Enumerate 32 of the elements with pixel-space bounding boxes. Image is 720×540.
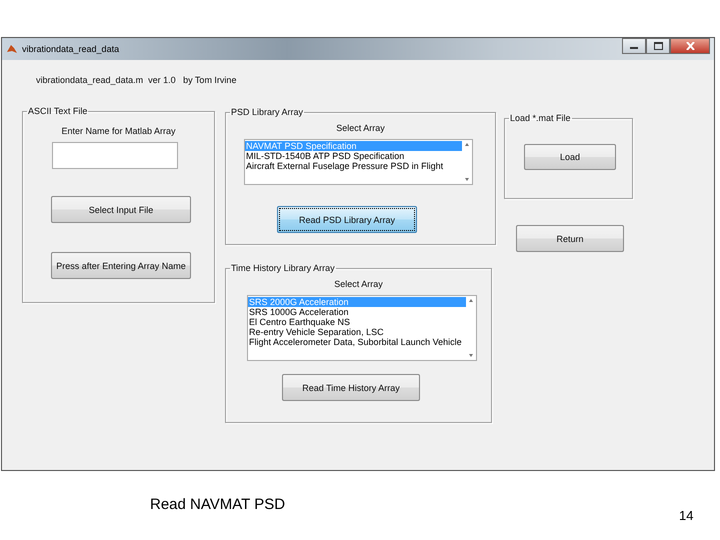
maximize-button[interactable]	[646, 38, 670, 54]
panel-title: Load *.mat File	[509, 113, 572, 123]
action-button[interactable]: Press after Entering Array Name	[51, 252, 191, 279]
list-item[interactable]: Re-entry Vehicle Separation, LSC	[248, 327, 466, 337]
header-text: vibrationdata_read_data.m ver 1.0 by Tom Irvine	[36, 75, 238, 85]
panel-title: PSD Library Array	[230, 107, 304, 117]
list-item[interactable]: Flight Accelerometer Data, Suborbital Launch Vehicle	[248, 337, 466, 347]
slide-caption: Read NAVMAT PSD	[150, 496, 286, 513]
field-label: Enter Name for Matlab Array	[61, 126, 176, 136]
list-label: Select Array	[336, 123, 385, 133]
list-box[interactable]: SRS 2000G Acceleration SRS 1000G Acceleration El Centro Earthquake NS Re-entry Vehicle Separation, LSC Flight Accelerometer Data, Suborbital Launch Vehicle	[247, 295, 477, 361]
return-button[interactable]: Return	[516, 225, 624, 252]
panel-title: ASCII Text File	[27, 106, 88, 116]
read-button[interactable]: Read Time History Array	[282, 374, 420, 401]
close-icon	[686, 42, 694, 50]
input-field[interactable]	[52, 142, 178, 169]
list-item[interactable]: Aircraft External Fuselage Pressure PSD in Flight	[245, 161, 462, 171]
close-button[interactable]	[670, 38, 710, 54]
minimize-button[interactable]	[622, 38, 646, 54]
app-icon	[6, 43, 18, 55]
list-item[interactable]: SRS 1000G Acceleration	[248, 307, 466, 317]
list-item[interactable]: MIL-STD-1540B ATP PSD Specification	[245, 151, 462, 161]
maximize-icon	[654, 42, 662, 50]
read-button[interactable]: Read PSD Library Array	[277, 206, 417, 233]
action-button[interactable]: Select Input File	[51, 196, 191, 223]
load-button[interactable]: Load	[524, 144, 616, 170]
panel-title: Time History Library Array	[230, 263, 336, 273]
window-title: vibrationdata_read_data	[22, 44, 120, 54]
page-number: 14	[679, 508, 694, 523]
list-item[interactable]: El Centro Earthquake NS	[248, 317, 466, 327]
list-label: Select Array	[334, 279, 383, 289]
list-box[interactable]: NAVMAT PSD Specification MIL-STD-1540B ATP PSD Specification Aircraft External Fuselage Pressure PSD in Flight	[244, 139, 473, 185]
